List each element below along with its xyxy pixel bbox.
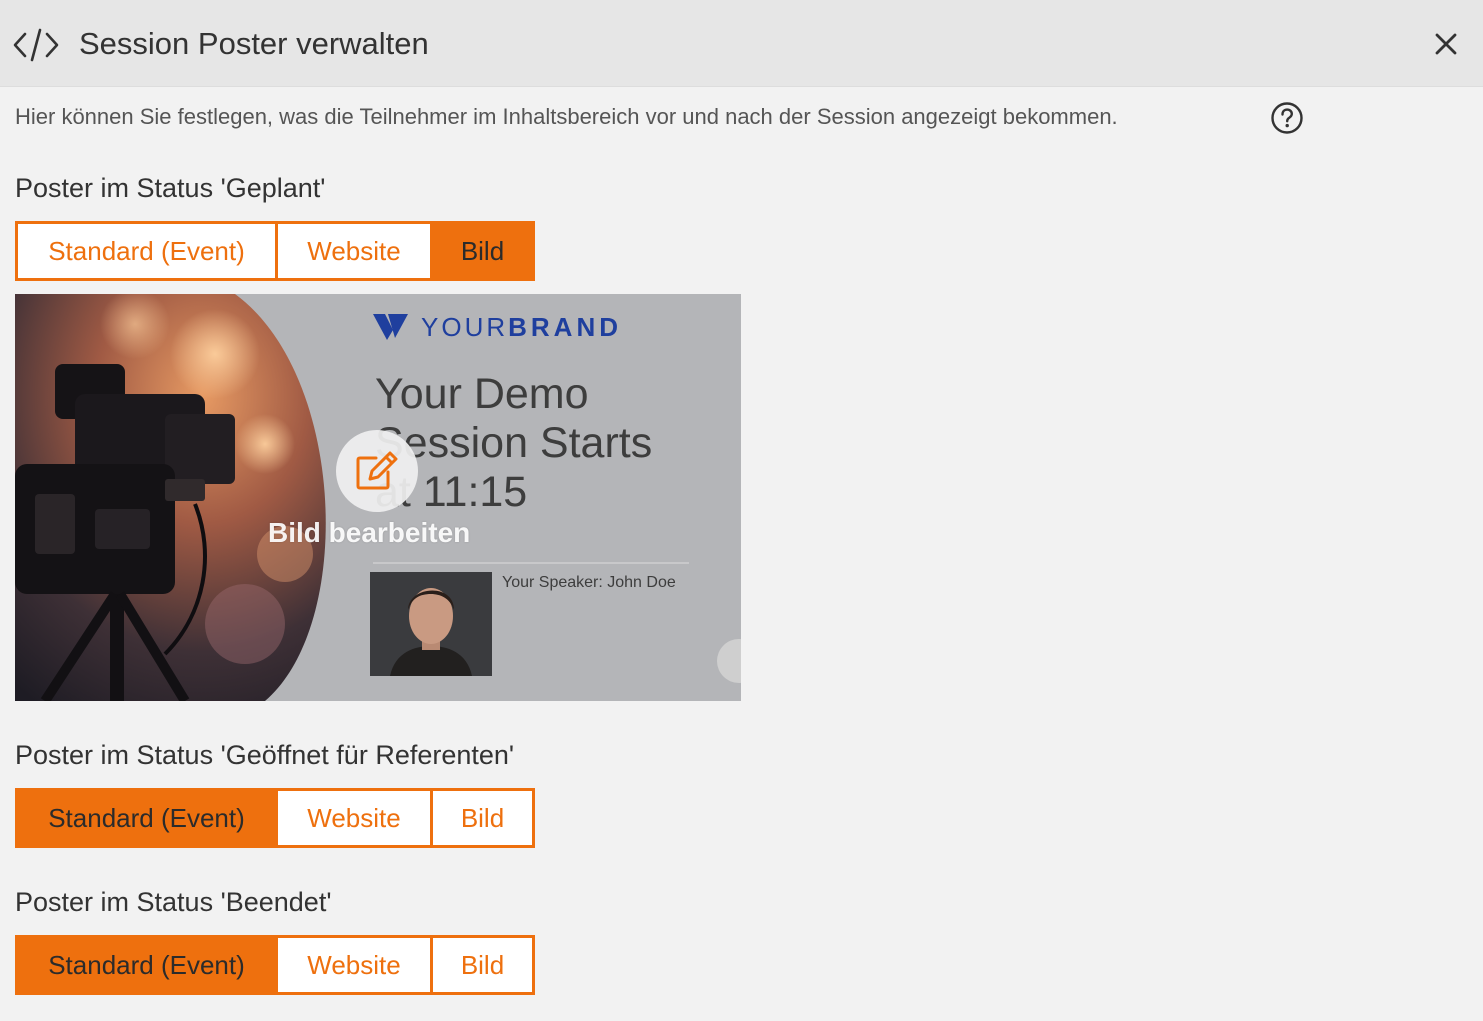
- edit-image-button[interactable]: [336, 430, 418, 512]
- dialog-description: Hier können Sie festlegen, was die Teiln…: [15, 104, 1118, 129]
- close-icon[interactable]: [1430, 28, 1462, 60]
- option-website[interactable]: Website: [278, 788, 433, 848]
- option-standard-event[interactable]: Standard (Event): [15, 935, 278, 995]
- option-website[interactable]: Website: [278, 935, 433, 995]
- code-icon: [13, 28, 59, 62]
- poster-headline-line: Your Demo: [375, 370, 589, 418]
- edit-image-label[interactable]: Bild bearbeiten: [268, 517, 470, 549]
- section-title-geoeffnet: Poster im Status 'Geöffnet für Referente…: [15, 740, 515, 770]
- edit-icon: [356, 451, 398, 490]
- option-standard-event[interactable]: Standard (Event): [15, 788, 278, 848]
- poster-headline-line: Session Starts: [375, 419, 653, 467]
- poster-headline: Your Demo Session Starts at 11:15: [375, 370, 725, 517]
- dialog-header: Session Poster verwalten: [0, 0, 1483, 87]
- poster-type-selector-geoeffnet: Standard (Event) Website Bild: [15, 788, 535, 848]
- poster-type-selector-beendet: Standard (Event) Website Bild: [15, 935, 535, 995]
- option-bild[interactable]: Bild: [433, 935, 535, 995]
- poster-divider: [373, 562, 689, 564]
- poster-brand-logo: YOURBRAND: [373, 310, 622, 344]
- brand-logo-icon: [373, 314, 408, 340]
- poster-type-selector-geplant: Standard (Event) Website Bild: [15, 221, 535, 281]
- speaker-photo: [370, 572, 492, 676]
- brand-name: YOURBRAND: [421, 311, 623, 342]
- speaker-caption: Your Speaker: John Doe: [502, 574, 676, 591]
- option-bild[interactable]: Bild: [433, 788, 535, 848]
- option-standard-event[interactable]: Standard (Event): [15, 221, 278, 281]
- dialog-title: Session Poster verwalten: [79, 26, 429, 61]
- poster-image-preview[interactable]: YOURBRAND Your Demo Session Starts at 11…: [15, 294, 741, 701]
- poster-headline-line: at 11:15: [375, 468, 528, 516]
- option-website[interactable]: Website: [278, 221, 433, 281]
- section-title-beendet: Poster im Status 'Beendet': [15, 887, 332, 917]
- help-circle-icon[interactable]: [1270, 101, 1304, 135]
- option-bild[interactable]: Bild: [433, 221, 535, 281]
- section-title-geplant: Poster im Status 'Geplant': [15, 173, 326, 203]
